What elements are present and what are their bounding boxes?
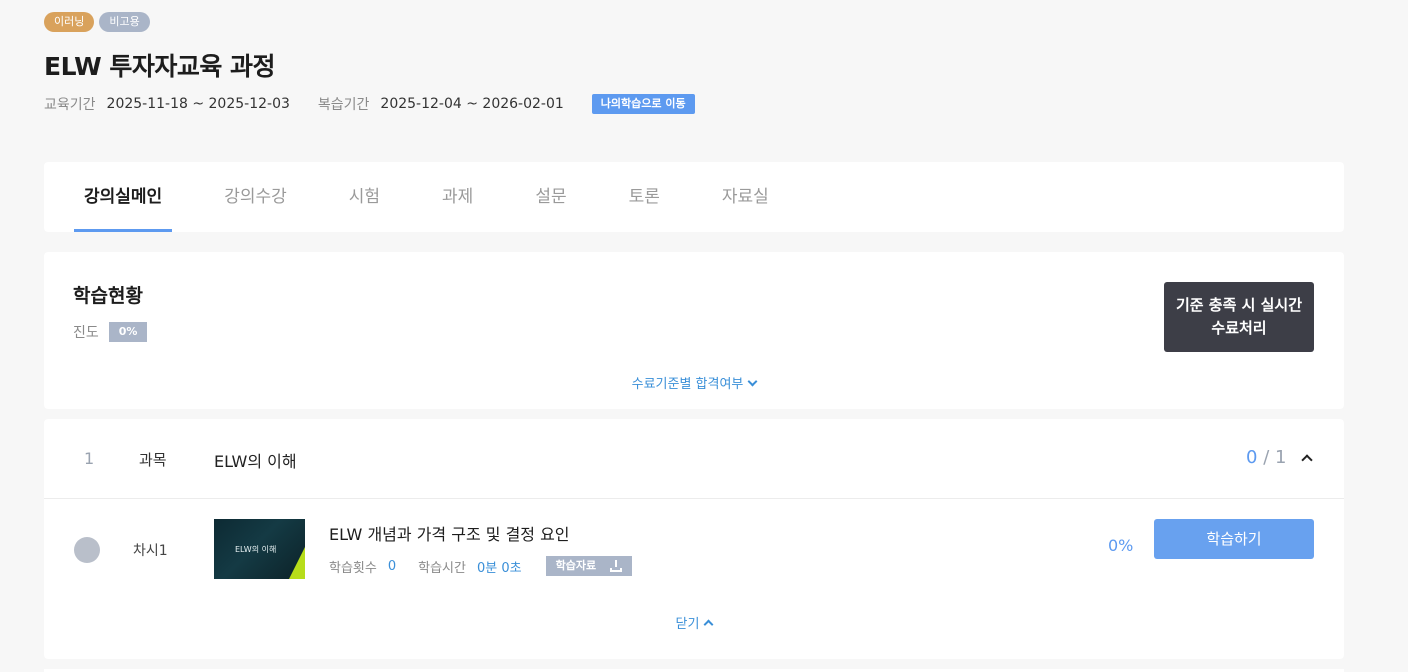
go-to-my-learning-button[interactable]: 나의학습으로 이동: [591, 94, 695, 114]
edu-period-value: 2025-11-18 ~ 2025-12-03: [106, 96, 290, 112]
close-label: 닫기: [675, 617, 700, 632]
subject-completion-count: 0 / 1: [1246, 447, 1286, 468]
close-toggle[interactable]: 닫기: [44, 613, 1344, 632]
study-count-label: 학습횟수: [329, 560, 377, 576]
lesson-number: 차시1: [133, 543, 168, 559]
lesson-thumbnail: ELW의 이해: [214, 519, 305, 579]
study-count-value: 0: [387, 558, 397, 574]
lesson-title: ELW 개념과 가격 구조 및 결정 요인: [329, 525, 570, 544]
completion-criteria-toggle[interactable]: 수료기준별 합격여부: [44, 373, 1344, 392]
progress-value: 0%: [108, 322, 148, 342]
lesson-status-dot: [74, 537, 100, 563]
review-period-label: 복습기간: [317, 97, 370, 113]
course-tabs: 강의실메인 강의수강 시험 과제 설문 토론 자료실: [44, 162, 1344, 232]
progress-label: 진도: [73, 325, 99, 341]
realtime-completion-button[interactable]: 기준 충족 시 실시간 수료처리: [1164, 282, 1314, 352]
edu-period-label: 교육기간: [44, 97, 96, 113]
tab-survey[interactable]: 설문: [525, 162, 576, 232]
subject-done-count: 0: [1246, 447, 1258, 468]
tab-discussion[interactable]: 토론: [619, 162, 670, 232]
lesson-row: 차시1 ELW의 이해 ELW 개념과 가격 구조 및 결정 요인 학습횟수 0…: [44, 499, 1344, 599]
learning-status-title: 학습현황: [73, 285, 143, 307]
start-study-button[interactable]: 학습하기: [1154, 519, 1314, 559]
tab-lecture[interactable]: 강의수강: [214, 162, 297, 232]
download-icon: [610, 560, 623, 572]
chevron-up-icon: [704, 619, 714, 630]
learning-material-label: 학습자료: [555, 559, 597, 572]
review-period-value: 2025-12-04 ~ 2026-02-01: [380, 96, 564, 112]
study-time-value: 0분 0초: [476, 560, 522, 576]
subject-header: 1 과목 ELW의 이해 0 / 1: [44, 419, 1344, 499]
tab-classroom-main[interactable]: 강의실메인: [74, 162, 173, 232]
chevron-down-icon: [747, 376, 758, 387]
subject-card: 1 과목 ELW의 이해 0 / 1 차시1 ELW의 이해 ELW 개념과 가…: [44, 419, 1344, 659]
lesson-progress-percent: 0%: [1108, 536, 1134, 555]
progress-row: 진도 0%: [73, 322, 148, 342]
thumbnail-text: ELW의 이해: [235, 545, 277, 554]
subject-type: 과목: [139, 451, 167, 469]
tab-exam[interactable]: 시험: [339, 162, 390, 232]
elearning-badge: 이러닝: [44, 12, 95, 32]
course-badges: 이러닝 비고용: [44, 12, 150, 32]
study-time-label: 학습시간: [418, 560, 466, 576]
tab-resources[interactable]: 자료실: [712, 162, 779, 232]
completion-criteria-label: 수료기준별 합격여부: [631, 377, 744, 392]
subject-number: 1: [84, 449, 95, 468]
nonemployed-badge: 비고용: [99, 12, 150, 32]
learning-status-panel: 학습현황 진도 0% 기준 충족 시 실시간 수료처리 수료기준별 합격여부: [44, 252, 1344, 409]
subject-name: ELW의 이해: [214, 452, 297, 471]
lesson-meta: 학습횟수 0 학습시간 0분 0초 학습자료: [329, 556, 633, 576]
subject-total-count: / 1: [1263, 447, 1287, 468]
course-title: ELW 투자자교육 과정: [44, 52, 276, 81]
period-row: 교육기간 2025-11-18 ~ 2025-12-03 복습기간 2025-1…: [44, 94, 695, 114]
tab-assignment[interactable]: 과제: [432, 162, 483, 232]
chevron-up-icon[interactable]: [1301, 454, 1313, 466]
learning-material-button[interactable]: 학습자료: [545, 556, 633, 576]
